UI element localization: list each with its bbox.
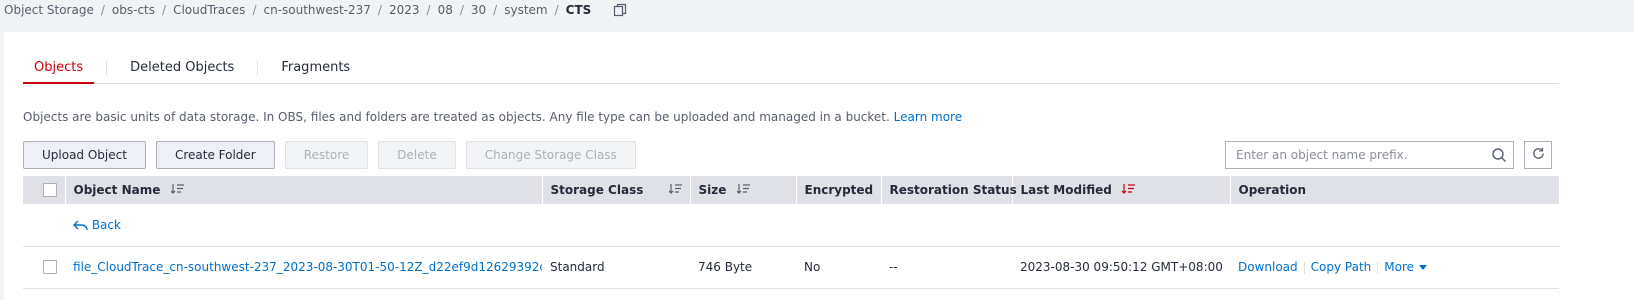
breadcrumb-separator: / [252,3,257,17]
search-box [1225,141,1514,169]
toolbar: Upload Object Create Folder Restore Dele… [23,141,646,169]
breadcrumb-separator: / [459,3,464,17]
row-checkbox[interactable] [43,260,57,275]
breadcrumb-item-bucket[interactable]: obs-cts [112,3,155,17]
sort-active-icon[interactable] [1121,183,1135,197]
header-storage-class[interactable]: Storage Class [542,176,691,204]
op-divider [1303,261,1305,274]
cell-size: 746 Byte [690,246,796,289]
cell-operations: Download Copy Path More [1230,246,1559,289]
cell-last-modified: 2023-08-30 09:50:12 GMT+08:00 [1012,246,1230,289]
chevron-down-icon [1419,265,1428,270]
copy-icon[interactable] [613,3,627,17]
upload-object-button[interactable]: Upload Object [23,141,146,169]
sort-icon[interactable] [170,183,184,197]
breadcrumb-separator: / [100,3,105,17]
tab-deleted-objects[interactable]: Deleted Objects [119,50,245,83]
header-encrypted: Encrypted [796,176,882,204]
header-restoration-status: Restoration Status [881,176,1017,204]
breadcrumb-separator: / [426,3,431,17]
description: Objects are basic units of data storage.… [23,110,962,124]
copy-path-link[interactable]: Copy Path [1311,260,1372,274]
cell-restoration-status: -- [881,246,1012,289]
breadcrumb-item-system[interactable]: system [504,3,547,17]
breadcrumb-item-object-storage[interactable]: Object Storage [4,3,94,17]
download-link[interactable]: Download [1238,260,1298,274]
refresh-button[interactable] [1524,141,1552,169]
tab-fragments[interactable]: Fragments [270,50,361,83]
table-row: file_CloudTrace_cn-southwest-237_2023-08… [23,246,1559,289]
breadcrumb-item-day[interactable]: 30 [471,3,486,17]
restore-button[interactable]: Restore [284,141,369,169]
header-object-name[interactable]: Object Name [65,176,543,204]
select-all-checkbox[interactable] [43,183,57,198]
breadcrumb-separator: / [162,3,167,17]
breadcrumb-current: CTS [565,3,592,17]
header-last-modified[interactable]: Last Modified [1012,176,1231,204]
header-size[interactable]: Size [690,176,797,204]
tab-bar: Objects Deleted Objects Fragments [23,50,1559,84]
objects-panel: Objects Deleted Objects Fragments Object… [4,32,1634,300]
breadcrumb-item-month[interactable]: 08 [438,3,453,17]
breadcrumb-separator: / [493,3,498,17]
breadcrumb-item-region[interactable]: cn-southwest-237 [263,3,370,17]
tab-divider [106,61,108,75]
refresh-icon [1531,146,1546,164]
back-link[interactable]: Back [73,218,121,232]
tab-divider [257,61,259,75]
tab-objects[interactable]: Objects [23,50,95,84]
op-divider [1377,261,1379,274]
back-row: Back [23,204,1559,247]
objects-table: Object Name Storage Class Size Encrypted… [23,176,1559,289]
create-folder-button[interactable]: Create Folder [155,141,275,169]
description-text: Objects are basic units of data storage.… [23,110,890,124]
breadcrumb-item-cloudtraces[interactable]: CloudTraces [173,3,245,17]
delete-button[interactable]: Delete [378,141,456,169]
breadcrumb-separator: / [554,3,559,17]
more-dropdown[interactable]: More [1384,260,1428,274]
breadcrumb-item-year[interactable]: 2023 [389,3,420,17]
learn-more-link[interactable]: Learn more [894,110,962,124]
object-name-link[interactable]: file_CloudTrace_cn-southwest-237_2023-08… [73,260,542,274]
table-header-row: Object Name Storage Class Size Encrypted… [23,176,1559,204]
breadcrumb: Object Storage / obs-cts / CloudTraces / cn… [4,1,627,19]
sort-icon[interactable] [668,183,682,197]
change-storage-class-button[interactable]: Change Storage Class [465,141,636,169]
cell-storage-class: Standard [542,246,690,289]
back-arrow-icon [73,218,88,232]
sort-icon[interactable] [736,183,750,197]
cell-encrypted: No [796,246,881,289]
breadcrumb-separator: / [377,3,382,17]
header-operation: Operation [1230,176,1559,204]
search-icon[interactable] [1485,147,1513,163]
search-input[interactable] [1226,142,1485,168]
